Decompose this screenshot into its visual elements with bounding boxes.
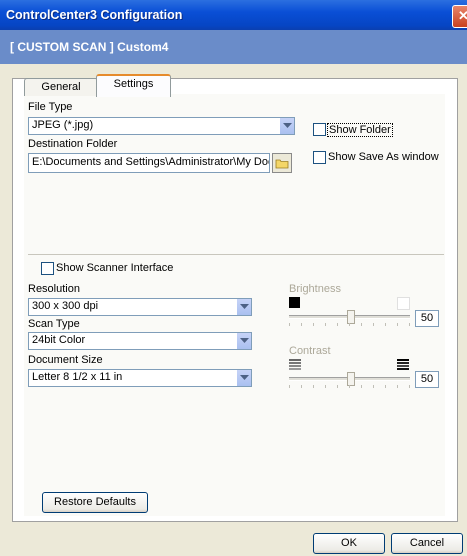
window-title: ControlCenter3 Configuration <box>6 8 183 22</box>
show-folder-label[interactable]: Show Folder <box>327 123 393 137</box>
close-button[interactable]: ✕ <box>452 5 467 28</box>
scan-profile-header: [ CUSTOM SCAN ] Custom4 <box>10 40 169 54</box>
brightness-ticks <box>289 323 410 326</box>
show-scanner-interface-checkbox[interactable] <box>41 262 54 275</box>
contrast-slider-thumb[interactable] <box>347 372 355 386</box>
show-scanner-interface-label[interactable]: Show Scanner Interface <box>56 262 173 274</box>
brightness-high-icon <box>397 297 410 310</box>
scan-type-value: 24bit Color <box>32 334 86 346</box>
brightness-slider-thumb[interactable] <box>347 310 355 324</box>
brightness-low-icon <box>289 297 300 308</box>
document-size-select[interactable]: Letter 8 1/2 x 11 in <box>28 369 252 387</box>
contrast-low-icon <box>289 359 301 370</box>
brightness-value[interactable]: 50 <box>415 310 439 327</box>
dropdown-arrow-icon[interactable] <box>279 118 294 134</box>
resolution-value: 300 x 300 dpi <box>32 300 99 312</box>
browse-folder-button[interactable] <box>272 153 292 173</box>
document-size-value: Letter 8 1/2 x 11 in <box>32 371 123 383</box>
destination-folder-value: E:\Documents and Settings\Administrator\… <box>32 156 270 168</box>
destination-folder-field[interactable]: E:\Documents and Settings\Administrator\… <box>28 153 270 173</box>
contrast-value[interactable]: 50 <box>415 371 439 388</box>
resolution-select[interactable]: 300 x 300 dpi <box>28 298 252 316</box>
dropdown-arrow-icon[interactable] <box>236 370 251 386</box>
dropdown-arrow-icon[interactable] <box>236 299 251 315</box>
separator <box>28 254 444 255</box>
contrast-high-icon <box>397 359 409 370</box>
document-size-label: Document Size <box>28 354 103 366</box>
ok-button[interactable]: OK <box>313 533 385 554</box>
show-save-as-checkbox[interactable] <box>313 151 326 164</box>
file-type-value: JPEG (*.jpg) <box>32 119 94 131</box>
show-save-as-label[interactable]: Show Save As window <box>328 151 439 163</box>
resolution-label: Resolution <box>28 283 80 295</box>
file-type-label: File Type <box>28 101 73 113</box>
contrast-label: Contrast <box>289 345 331 357</box>
close-icon: ✕ <box>458 8 467 23</box>
brightness-label: Brightness <box>289 283 341 295</box>
cancel-button[interactable]: Cancel <box>391 533 463 554</box>
folder-icon <box>275 159 289 169</box>
file-type-select[interactable]: JPEG (*.jpg) <box>28 117 295 135</box>
tab-settings[interactable]: Settings <box>96 74 171 97</box>
tab-general[interactable]: General <box>24 78 98 96</box>
tab-general-label: General <box>41 81 81 93</box>
restore-defaults-button[interactable]: Restore Defaults <box>42 492 148 513</box>
contrast-ticks <box>289 385 410 388</box>
show-folder-checkbox[interactable] <box>313 123 326 136</box>
dropdown-arrow-icon[interactable] <box>236 333 251 349</box>
scan-type-label: Scan Type <box>28 318 80 330</box>
tab-settings-label: Settings <box>113 78 154 90</box>
scan-type-select[interactable]: 24bit Color <box>28 332 252 350</box>
destination-folder-label: Destination Folder <box>28 138 118 150</box>
